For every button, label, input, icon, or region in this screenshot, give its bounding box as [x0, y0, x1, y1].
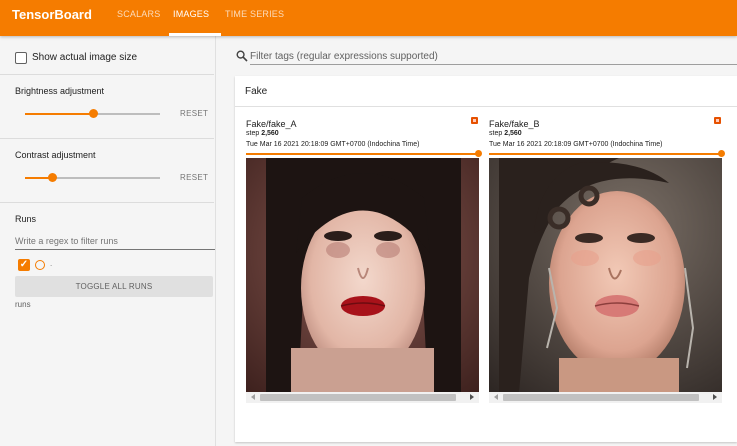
step-slider[interactable] — [246, 150, 482, 157]
brightness-slider-thumb[interactable] — [89, 109, 98, 118]
brightness-title: Brightness adjustment — [15, 86, 105, 96]
card-timestamp: Tue Mar 16 2021 20:18:09 GMT+0700 (Indoc… — [246, 141, 420, 148]
portrait-photo-icon — [489, 158, 722, 393]
run-color-indicator[interactable] — [35, 260, 45, 270]
scroll-right-arrow-icon[interactable] — [713, 394, 717, 400]
contrast-reset-button[interactable]: RESET — [180, 173, 208, 182]
runs-footer: runs — [15, 300, 31, 309]
tab-images[interactable]: IMAGES — [173, 9, 209, 19]
contrast-slider-thumb[interactable] — [48, 173, 57, 182]
tab-time-series[interactable]: TIME SERIES — [225, 9, 284, 19]
run-name: . — [50, 259, 53, 268]
scrollbar-thumb[interactable] — [503, 394, 699, 401]
card-tag: Fake/fake_B — [489, 119, 540, 129]
tab-scalars[interactable]: SCALARS — [117, 9, 160, 19]
scroll-left-arrow-icon[interactable] — [251, 394, 255, 400]
toggle-all-runs-button[interactable]: TOGGLE ALL RUNS — [15, 276, 213, 297]
contrast-title: Contrast adjustment — [15, 150, 96, 160]
tag-group-pane: Fake Fake/fake_A step 2,560 Tue Mar 16 2… — [235, 76, 737, 442]
show-actual-size-label[interactable]: Show actual image size — [32, 52, 137, 63]
scrollbar-thumb[interactable] — [260, 394, 456, 401]
card-color-badge-icon — [714, 117, 721, 124]
tag-group-title: Fake — [245, 86, 268, 97]
step-slider-thumb[interactable] — [718, 150, 725, 157]
horizontal-scrollbar[interactable] — [246, 392, 479, 403]
scroll-right-arrow-icon[interactable] — [470, 394, 474, 400]
contrast-slider[interactable] — [25, 173, 160, 182]
search-icon — [236, 50, 248, 62]
show-actual-size-checkbox[interactable] — [15, 52, 27, 64]
card-step: step 2,560 — [489, 130, 522, 137]
card-color-badge-icon — [471, 117, 478, 124]
brightness-slider[interactable] — [25, 109, 160, 118]
scroll-left-arrow-icon[interactable] — [494, 394, 498, 400]
active-tab-indicator — [169, 33, 221, 36]
tag-filter-input[interactable] — [250, 48, 737, 65]
run-filter-input[interactable] — [15, 233, 215, 250]
brightness-slider-fill — [25, 113, 93, 115]
image-card: Fake/fake_B step 2,560 Tue Mar 16 2021 2… — [489, 115, 725, 406]
sidebar: Show actual image size Brightness adjust… — [0, 36, 216, 446]
step-slider[interactable] — [489, 150, 725, 157]
app-title[interactable]: TensorBoard — [12, 7, 92, 22]
image-card: Fake/fake_A step 2,560 Tue Mar 16 2021 2… — [246, 115, 482, 406]
card-step: step 2,560 — [246, 130, 279, 137]
divider — [0, 74, 214, 75]
divider — [0, 138, 214, 139]
divider — [0, 202, 214, 203]
horizontal-scrollbar[interactable] — [489, 392, 722, 403]
tag-group-header[interactable]: Fake — [235, 76, 737, 107]
portrait-photo-icon — [246, 158, 479, 393]
card-tag: Fake/fake_A — [246, 119, 297, 129]
run-checkbox[interactable]: ✓ — [18, 259, 30, 271]
top-app-bar: TensorBoard SCALARS IMAGES TIME SERIES — [0, 0, 737, 36]
step-slider-thumb[interactable] — [475, 150, 482, 157]
card-timestamp: Tue Mar 16 2021 20:18:09 GMT+0700 (Indoc… — [489, 141, 663, 148]
brightness-reset-button[interactable]: RESET — [180, 109, 208, 118]
runs-title: Runs — [15, 214, 37, 224]
